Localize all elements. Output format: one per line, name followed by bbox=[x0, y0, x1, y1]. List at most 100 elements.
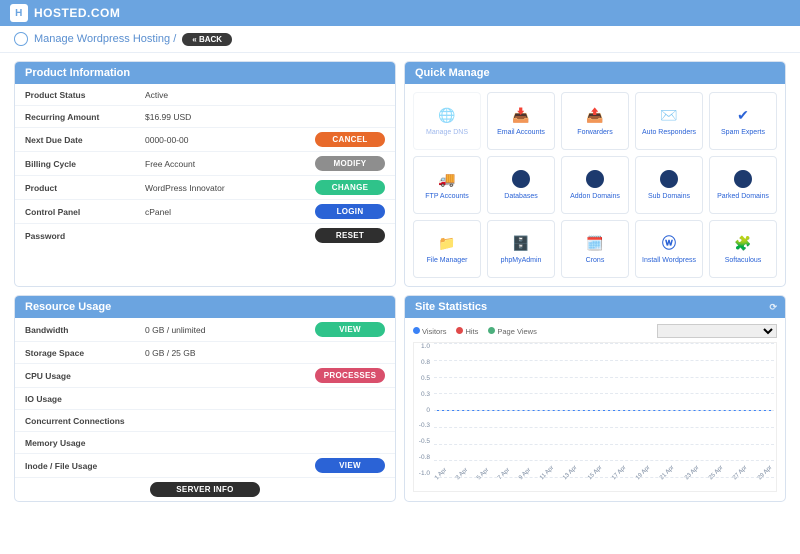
panel-header: Site Statistics⟳ bbox=[405, 296, 785, 318]
wordpress-icon: ⓦ bbox=[659, 233, 679, 253]
label: CPU Usage bbox=[25, 371, 145, 381]
stats-range-select[interactable] bbox=[657, 324, 777, 338]
row-status: Product Status Active bbox=[15, 84, 395, 106]
row-inode: Inode / File Usage VIEW bbox=[15, 454, 395, 478]
x-axis: 1 Apr3 Apr5 Apr7 Apr9 Apr11 Apr13 Apr15 … bbox=[434, 477, 774, 491]
qm-manage-dns: 🌐Manage DNS bbox=[413, 92, 481, 150]
panel-header: Product Information bbox=[15, 62, 395, 84]
top-bar: H HOSTED.COM bbox=[0, 0, 800, 26]
clock-icon: 🗓️ bbox=[585, 233, 605, 253]
qm-addon-domains[interactable]: Addon Domains bbox=[561, 156, 629, 214]
folder-icon: 📁 bbox=[437, 233, 457, 253]
row-recurring: Recurring Amount $16.99 USD bbox=[15, 106, 395, 128]
change-button[interactable]: CHANGE bbox=[315, 180, 385, 195]
dot-icon bbox=[413, 327, 420, 334]
row-cpu: CPU Usage PROCESSES bbox=[15, 364, 395, 388]
reset-button[interactable]: RESET bbox=[315, 228, 385, 243]
row-next-due: Next Due Date 0000-00-00 CANCEL bbox=[15, 128, 395, 152]
value: Free Account bbox=[145, 159, 315, 169]
qm-databases[interactable]: Databases bbox=[487, 156, 555, 214]
row-concurrent: Concurrent Connections bbox=[15, 410, 395, 432]
domain-icon bbox=[585, 169, 605, 189]
qm-spam-experts[interactable]: ✔Spam Experts bbox=[709, 92, 777, 150]
label: Memory Usage bbox=[25, 438, 145, 448]
label: IO Usage bbox=[25, 394, 145, 404]
login-button[interactable]: LOGIN bbox=[315, 204, 385, 219]
qm-sub-domains[interactable]: Sub Domains bbox=[635, 156, 703, 214]
label: Next Due Date bbox=[25, 135, 145, 145]
shield-check-icon: ✔ bbox=[733, 105, 753, 125]
dot-icon bbox=[456, 327, 463, 334]
row-serverinfo: SERVER INFO bbox=[15, 478, 395, 501]
quick-manage-panel: Quick Manage 🌐Manage DNS 📥Email Accounts… bbox=[404, 61, 786, 287]
resource-usage-panel: Resource Usage Bandwidth 0 GB / unlimite… bbox=[14, 295, 396, 502]
row-io: IO Usage bbox=[15, 388, 395, 410]
label: Storage Space bbox=[25, 348, 145, 358]
label: Product bbox=[25, 183, 145, 193]
processes-button[interactable]: PROCESSES bbox=[315, 368, 385, 383]
row-password: Password RESET bbox=[15, 224, 395, 247]
qm-file-manager[interactable]: 📁File Manager bbox=[413, 220, 481, 278]
view-button[interactable]: VIEW bbox=[315, 322, 385, 337]
label: Product Status bbox=[25, 90, 145, 100]
label: Recurring Amount bbox=[25, 112, 145, 122]
gear-icon[interactable]: ⟳ bbox=[769, 302, 777, 313]
row-product: Product WordPress Innovator CHANGE bbox=[15, 176, 395, 200]
y-axis: 1.00.80.50.30-0.3-0.5-0.8-1.0 bbox=[414, 343, 432, 477]
qm-forwarders[interactable]: 📤Forwarders bbox=[561, 92, 629, 150]
server-info-button[interactable]: SERVER INFO bbox=[150, 482, 260, 497]
qm-ftp[interactable]: 🚚FTP Accounts bbox=[413, 156, 481, 214]
product-info-panel: Product Information Product Status Activ… bbox=[14, 61, 396, 287]
row-memory: Memory Usage bbox=[15, 432, 395, 454]
logo-icon: H bbox=[10, 4, 28, 22]
domain-icon bbox=[659, 169, 679, 189]
dot-icon bbox=[488, 327, 495, 334]
value: $16.99 USD bbox=[145, 112, 385, 122]
label: Bandwidth bbox=[25, 325, 145, 335]
label: Control Panel bbox=[25, 207, 145, 217]
row-storage: Storage Space 0 GB / 25 GB bbox=[15, 342, 395, 364]
mail-down-icon: 📥 bbox=[511, 105, 531, 125]
breadcrumb: Manage Wordpress Hosting / bbox=[34, 33, 176, 45]
label: Billing Cycle bbox=[25, 159, 145, 169]
back-button[interactable]: « BACK bbox=[182, 33, 232, 46]
softaculous-icon: 🧩 bbox=[733, 233, 753, 253]
domain-icon bbox=[733, 169, 753, 189]
label: Concurrent Connections bbox=[25, 416, 185, 426]
value: 0 GB / 25 GB bbox=[145, 348, 385, 358]
label: Password bbox=[25, 231, 145, 241]
qm-softaculous[interactable]: 🧩Softaculous bbox=[709, 220, 777, 278]
row-bandwidth: Bandwidth 0 GB / unlimited VIEW bbox=[15, 318, 395, 342]
chart-legend: Visitors Hits Page Views bbox=[413, 324, 777, 338]
truck-icon: 🚚 bbox=[437, 169, 457, 189]
pma-icon: 🗄️ bbox=[511, 233, 531, 253]
panel-header: Resource Usage bbox=[15, 296, 395, 318]
breadcrumb-row: Manage Wordpress Hosting / « BACK bbox=[0, 26, 800, 53]
row-cycle: Billing Cycle Free Account MODIFY bbox=[15, 152, 395, 176]
qm-install-wordpress[interactable]: ⓦInstall Wordpress bbox=[635, 220, 703, 278]
globe-icon: 🌐 bbox=[437, 105, 457, 125]
modify-button[interactable]: MODIFY bbox=[315, 156, 385, 171]
cancel-button[interactable]: CANCEL bbox=[315, 132, 385, 147]
panel-header: Quick Manage bbox=[405, 62, 785, 84]
mail-fwd-icon: 📤 bbox=[585, 105, 605, 125]
value: 0000-00-00 bbox=[145, 135, 315, 145]
site-statistics-panel: Site Statistics⟳ Visitors Hits Page View… bbox=[404, 295, 786, 502]
label: Inode / File Usage bbox=[25, 461, 145, 471]
view-button[interactable]: VIEW bbox=[315, 458, 385, 473]
value: WordPress Innovator bbox=[145, 183, 315, 193]
row-cpanel: Control Panel cPanel LOGIN bbox=[15, 200, 395, 224]
plot-area bbox=[434, 343, 774, 477]
database-icon bbox=[511, 169, 531, 189]
globe-icon bbox=[14, 32, 28, 46]
qm-parked-domains[interactable]: Parked Domains bbox=[709, 156, 777, 214]
qm-email-accounts[interactable]: 📥Email Accounts bbox=[487, 92, 555, 150]
stats-chart: 1.00.80.50.30-0.3-0.5-0.8-1.0 1 Apr3 Apr… bbox=[413, 342, 777, 492]
value: 0 GB / unlimited bbox=[145, 325, 315, 335]
qm-crons[interactable]: 🗓️Crons bbox=[561, 220, 629, 278]
qm-phpmyadmin[interactable]: 🗄️phpMyAdmin bbox=[487, 220, 555, 278]
qm-autoresponders[interactable]: ✉️Auto Responders bbox=[635, 92, 703, 150]
value: Active bbox=[145, 90, 385, 100]
mail-auto-icon: ✉️ bbox=[659, 105, 679, 125]
brand-name: HOSTED.COM bbox=[34, 6, 120, 20]
